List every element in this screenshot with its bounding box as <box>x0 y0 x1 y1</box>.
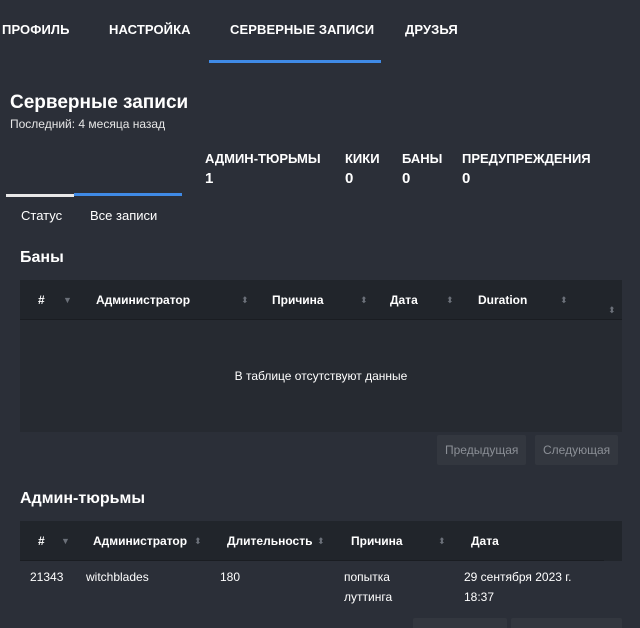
last-record-text: Последний: 4 месяца назад <box>10 117 166 131</box>
page-title: Серверные записи <box>10 92 189 113</box>
subtab-status[interactable]: Статус <box>21 208 62 223</box>
sort-icon: ⬍ <box>194 536 202 546</box>
jail-id-cell: 21343 <box>30 570 64 584</box>
sort-icon: ⬍ <box>438 536 446 546</box>
stat-warnings: ПРЕДУПРЕЖДЕНИЯ 0 <box>462 151 591 187</box>
jails-heading: Админ-тюрьмы <box>20 490 145 507</box>
bans-empty-state: В таблице отсутствуют данные <box>20 320 622 432</box>
sort-icon: ⬍ <box>560 295 568 305</box>
column-header-date[interactable]: Дата <box>471 521 499 561</box>
sort-desc-icon: ▼ <box>63 295 72 305</box>
subtab-indicator-status <box>6 194 74 197</box>
previous-page-button[interactable]: Предыдущая <box>437 435 527 465</box>
stat-bans: БАНЫ 0 <box>402 151 442 187</box>
active-tab-indicator <box>209 60 381 63</box>
jail-date-cell: 29 сентября 2023 г. 18:37 <box>464 570 572 604</box>
stat-label: БАНЫ <box>402 151 443 166</box>
subtab-indicator-all <box>74 193 182 196</box>
stat-value: 1 <box>205 170 214 187</box>
jails-table-header: # ▼ Администратор ⬍ Длительность ⬍ Причи… <box>20 521 622 561</box>
stat-kicks: КИКИ 0 <box>345 151 380 187</box>
stat-label: АДМИН-ТЮРЬМЫ <box>205 151 321 166</box>
subtab-all-records[interactable]: Все записи <box>90 208 157 223</box>
column-header-reason[interactable]: Причина <box>351 521 403 561</box>
stat-value: 0 <box>345 170 354 187</box>
stat-value: 0 <box>462 170 471 187</box>
bans-table-header: # ▼ Администратор ⬍ Причина ⬍ Дата ⬍ Dur… <box>20 280 622 320</box>
nav-tab-settings[interactable]: НАСТРОЙКА <box>109 22 191 37</box>
column-header-reason[interactable]: Причина <box>272 280 324 320</box>
stat-label: ПРЕДУПРЕЖДЕНИЯ <box>462 151 591 166</box>
stat-value: 0 <box>402 170 411 187</box>
empty-table-text: В таблице отсутствуют данные <box>234 369 408 383</box>
nav-tab-profile[interactable]: ПРОФИЛЬ <box>2 22 70 37</box>
nav-tab-server-records[interactable]: СЕРВЕРНЫЕ ЗАПИСИ <box>230 22 374 37</box>
next-page-button[interactable]: Следующая <box>535 435 619 465</box>
jail-admin-cell: witchblades <box>86 570 149 584</box>
sort-icon: ⬍ <box>317 536 325 546</box>
jail-duration-cell: 180 <box>220 570 241 584</box>
table-scrollbar[interactable] <box>604 521 622 561</box>
bans-heading: Баны <box>20 249 64 266</box>
stat-admin-jails: АДМИН-ТЮРЬМЫ 1 <box>205 151 321 187</box>
column-header-duration[interactable]: Длительность <box>227 521 312 561</box>
sort-icon: ⬍ <box>241 295 249 305</box>
column-header-admin[interactable]: Администратор <box>96 280 190 320</box>
column-header-duration[interactable]: Duration <box>478 280 527 320</box>
sort-desc-icon: ▼ <box>61 536 70 546</box>
column-header-date[interactable]: Дата <box>390 280 418 320</box>
column-header-id[interactable]: # <box>38 521 45 561</box>
column-header-id[interactable]: # <box>38 280 45 320</box>
previous-page-button-partial[interactable] <box>413 618 507 628</box>
nav-tab-friends[interactable]: ДРУЗЬЯ <box>405 22 458 37</box>
column-header-admin[interactable]: Администратор <box>93 521 187 561</box>
sort-icon: ⬍ <box>360 295 368 305</box>
next-page-button-partial[interactable] <box>511 618 622 628</box>
sort-icon: ⬍ <box>446 295 454 305</box>
jail-reason-cell: попытка луттинга <box>344 570 393 604</box>
stat-label: КИКИ <box>345 151 380 166</box>
